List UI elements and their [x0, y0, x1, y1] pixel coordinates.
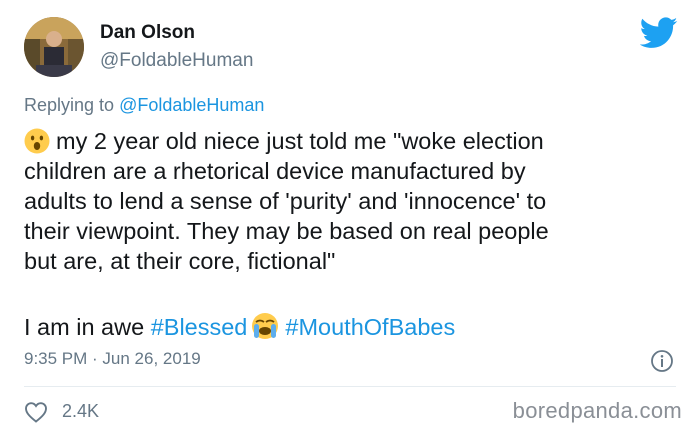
twitter-bird-icon[interactable] — [640, 17, 678, 49]
divider — [24, 386, 676, 387]
tweet-line-3: adults to lend a sense of 'purity' and '… — [24, 188, 547, 214]
watermark: boredpanda.com — [512, 398, 682, 423]
surprised-face-emoji — [24, 128, 50, 154]
heart-icon[interactable] — [24, 401, 48, 423]
tweet-text: my 2 year old niece just told me "woke e… — [24, 126, 684, 276]
reply-context: Replying to @FoldableHuman — [24, 95, 264, 116]
avatar[interactable] — [24, 17, 84, 77]
tweet-line-1: my 2 year old niece just told me "woke e… — [56, 128, 544, 154]
loudly-crying-face-emoji — [252, 313, 279, 339]
info-icon[interactable] — [650, 349, 674, 373]
tweet-line-2: children are a rhetorical device manufac… — [24, 158, 526, 184]
reply-prefix: Replying to — [24, 95, 115, 115]
author-handle[interactable]: @FoldableHuman — [100, 50, 253, 72]
like-count: 2.4K — [62, 401, 100, 421]
avatar-image — [24, 17, 84, 77]
awe-text: I am in awe — [24, 314, 145, 340]
author-name[interactable]: Dan Olson — [100, 22, 195, 44]
reply-mention-link[interactable]: @FoldableHuman — [119, 95, 264, 115]
tweet-card: Dan Olson @FoldableHuman Replying to @Fo… — [0, 0, 700, 441]
tweet-line-5: but are, at their core, fictional" — [24, 248, 336, 274]
hashtag-mouthofbabes[interactable]: #MouthOfBabes — [285, 314, 455, 340]
tweet-line-4: their viewpoint. They may be based on re… — [24, 218, 549, 244]
hashtag-blessed[interactable]: #Blessed — [151, 314, 248, 340]
tweet-second-paragraph: I am in awe #Blessed #MouthOfBabes — [24, 312, 455, 342]
tweet-timestamp[interactable]: 9:35 PM · Jun 26, 2019 — [24, 349, 201, 369]
